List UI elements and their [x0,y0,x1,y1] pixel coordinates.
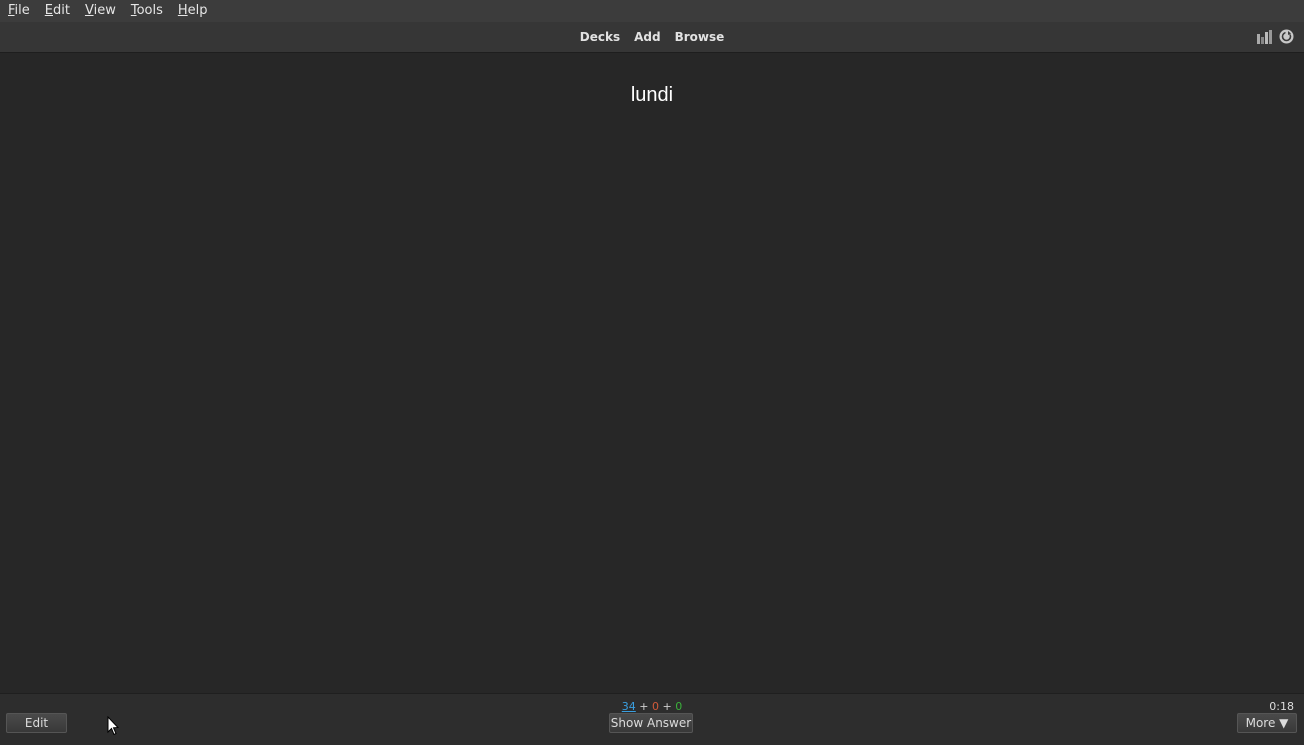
mouse-cursor-icon [107,716,119,736]
bottom-bar: Edit 34 + 0 + 0 Show Answer 0:18 More ▼ [0,693,1304,745]
card-area: lundi [0,53,1304,693]
menu-tools[interactable]: Tools [123,0,170,22]
menu-bar: File Edit View Tools Help [0,0,1304,22]
card-timer: 0:18 [1269,700,1294,713]
bar-chart-icon[interactable] [1257,30,1272,44]
menu-file[interactable]: File [0,0,37,22]
count-separator: + [639,700,649,713]
menu-help[interactable]: Help [170,0,215,22]
menu-edit[interactable]: Edit [37,0,77,22]
new-count[interactable]: 34 [622,700,636,713]
menu-view[interactable]: View [77,0,123,22]
learn-count: 0 [652,700,659,713]
browse-link[interactable]: Browse [675,30,725,44]
more-button[interactable]: More ▼ [1237,713,1297,733]
decks-link[interactable]: Decks [580,30,620,44]
count-separator: + [662,700,672,713]
review-count: 0 [675,700,683,713]
toolbar-links: Decks Add Browse [0,22,1304,52]
sync-icon[interactable] [1279,29,1294,44]
add-link[interactable]: Add [634,30,660,44]
top-toolbar: Decks Add Browse [0,22,1304,53]
card-front-text: lundi [630,84,674,106]
show-answer-button[interactable]: Show Answer [609,713,693,733]
due-counts: 34 + 0 + 0 [0,700,1304,713]
edit-button[interactable]: Edit [6,713,67,733]
